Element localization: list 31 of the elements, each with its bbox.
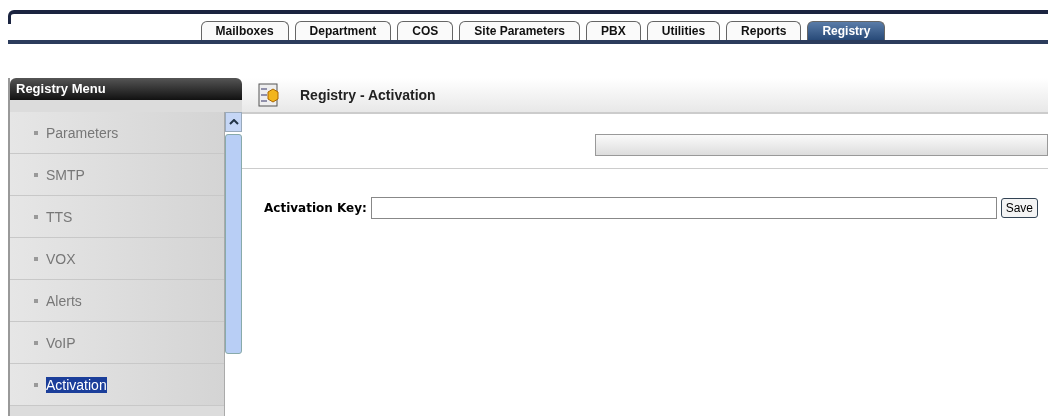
bullet-icon: [34, 298, 38, 303]
sidebar-item[interactable]: TTS: [46, 208, 73, 225]
activation-key-field[interactable]: [370, 197, 997, 219]
nav-tab[interactable]: Reports: [726, 21, 802, 40]
scroll-up-button[interactable]: [225, 112, 242, 132]
nav-tab[interactable]: PBX: [586, 21, 641, 40]
scrollbar[interactable]: [224, 112, 242, 416]
nav-tab[interactable]: Registry: [807, 21, 886, 40]
caret-up-icon: [228, 119, 239, 125]
sidebar-item[interactable]: VoIP: [46, 334, 76, 351]
sidebar-item[interactable]: Alerts: [46, 292, 82, 309]
sidebar-item[interactable]: Activation: [46, 376, 107, 393]
nav-tab[interactable]: Site Parameters: [459, 21, 581, 40]
nav-tab[interactable]: Utilities: [646, 21, 721, 40]
scroll-thumb[interactable]: [225, 134, 242, 354]
sidebar-item[interactable]: VOX: [46, 250, 76, 267]
bullet-icon: [34, 214, 38, 219]
nav-tab[interactable]: Mailboxes: [200, 21, 289, 40]
bullet-icon: [34, 340, 38, 345]
bullet-icon: [34, 130, 38, 135]
nav-tab[interactable]: COS: [397, 21, 454, 40]
sidebar-item[interactable]: SMTP: [46, 166, 85, 183]
field-label: Activation Key:: [264, 201, 367, 215]
bullet-icon: [34, 256, 38, 261]
page-title: Registry - Activation: [300, 87, 436, 103]
nav-tab[interactable]: Department: [294, 21, 392, 40]
registry-icon: [258, 83, 280, 107]
bullet-icon: [34, 382, 38, 387]
sidebar-title: Registry Menu: [10, 78, 242, 100]
bullet-icon: [34, 172, 38, 177]
save-button[interactable]: Save: [1000, 198, 1038, 218]
